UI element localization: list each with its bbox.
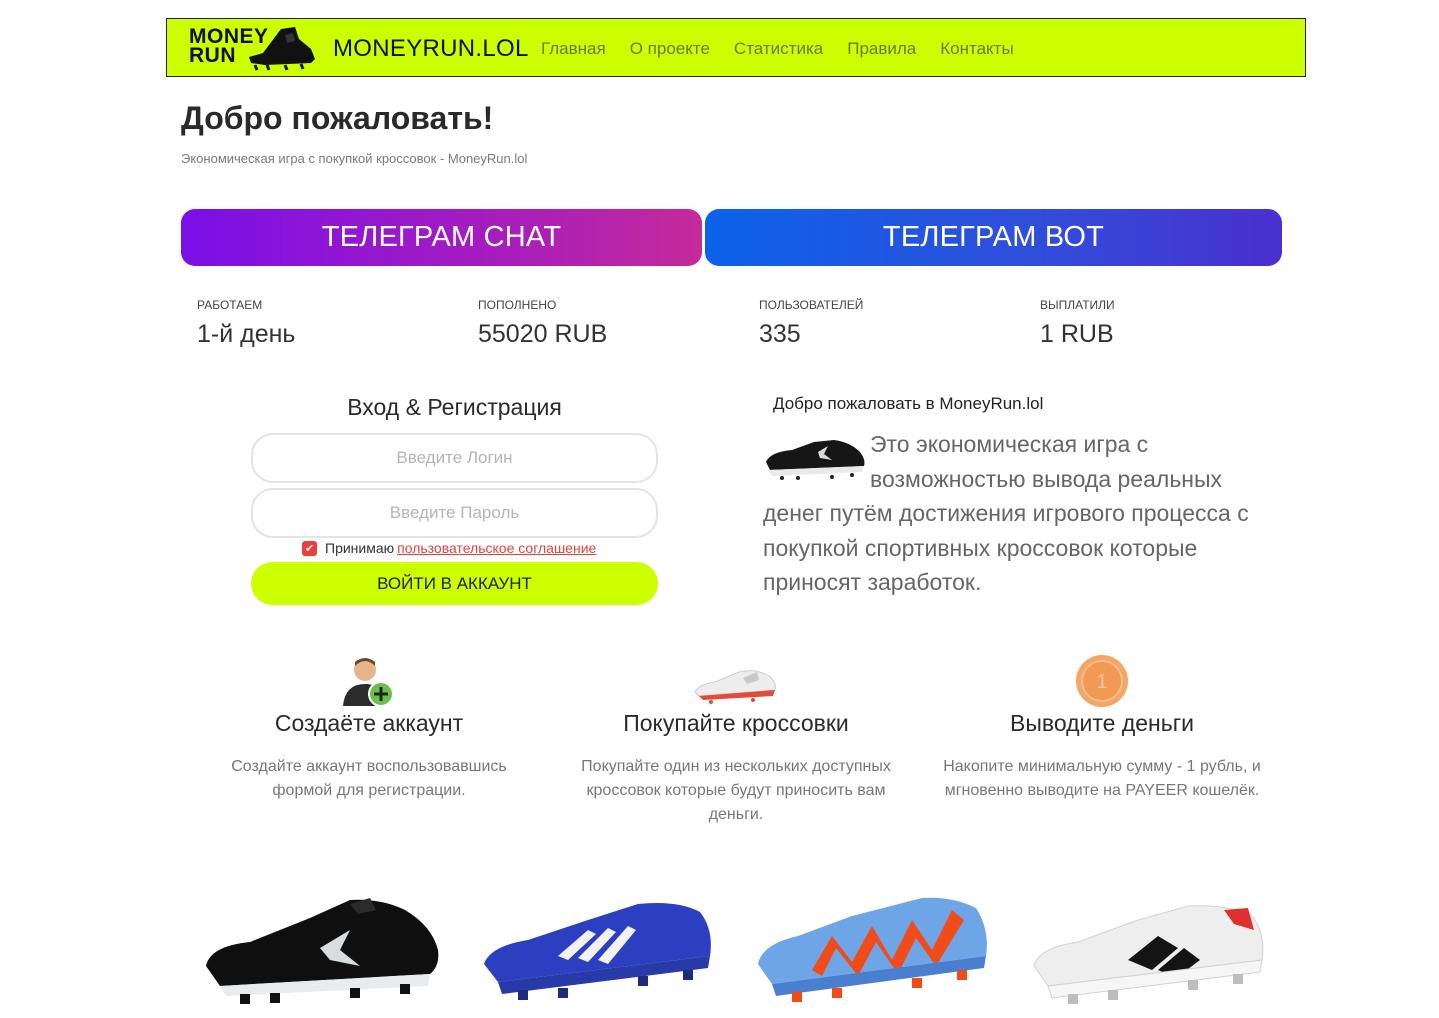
nav-link-home[interactable]: Главная: [541, 39, 606, 59]
welcome-text: Это экономическая игра с возможностью вы…: [763, 427, 1283, 600]
nav-link-rules[interactable]: Правила: [847, 39, 916, 59]
welcome-heading: Добро пожаловать в MoneyRun.lol: [773, 394, 1044, 413]
stat-value: 55020 RUB: [478, 320, 608, 348]
brand-name[interactable]: MONEYRUN.LOL: [333, 35, 529, 63]
feature-withdraw: 1 Выводите деньги Накопите минимальную с…: [937, 655, 1267, 803]
stat-value: 1-й день: [197, 320, 296, 348]
page-title: Добро пожаловать!: [181, 100, 494, 136]
stat-value: 1 RUB: [1040, 320, 1114, 348]
agreement-checkbox[interactable]: ✔: [302, 540, 317, 556]
stat-label: ВЫПЛАТИЛИ: [1040, 298, 1115, 312]
coin-icon: 1: [1076, 655, 1128, 707]
sneaker-icon: [694, 670, 776, 704]
feature-title: Выводите деньги: [1010, 710, 1194, 736]
agreement-text: Принимаю: [325, 540, 395, 556]
page-subtitle: Экономическая игра с покупкой кроссовок …: [181, 151, 528, 166]
feature-title: Создаёте аккаунт: [274, 710, 464, 736]
feature-icon-wrap: 1: [937, 655, 1267, 708]
login-title: Вход & Регистрация: [347, 394, 562, 420]
login-button[interactable]: ВОЙТИ В АККАУНТ: [251, 562, 658, 605]
boot-logo-icon: [249, 27, 315, 71]
feature-icon-wrap: [571, 656, 901, 708]
welcome-body: Это экономическая игра с возможностью вы…: [763, 431, 1249, 595]
logo[interactable]: MONEY RUN: [189, 25, 319, 71]
stat-label: ПОЛЬЗОВАТЕЛЕЙ: [759, 298, 864, 312]
agreement-row: ✔ Принимаю пользовательское соглашение: [302, 540, 596, 556]
feature-desc: Создайте аккаунт воспользовавшись формой…: [231, 758, 507, 799]
stat-days: РАБОТАЕМ 1-й день: [197, 298, 295, 349]
telegram-bot-button[interactable]: ТЕЛЕГРАМ ВОТ: [705, 209, 1282, 266]
feature-desc: Накопите минимальную сумму - 1 рубль, и …: [943, 758, 1261, 799]
feature-icon-wrap: [204, 656, 534, 708]
feature-desc: Покупайте один из нескольких доступных к…: [581, 758, 891, 823]
login-input[interactable]: [251, 433, 658, 483]
sneaker-icon: [758, 897, 987, 1002]
add-user-icon: [343, 658, 394, 707]
stat-deposited: ПОПОЛНЕНО 55020 RUB: [478, 298, 607, 349]
sneaker-icon: [206, 898, 439, 1004]
telegram-chat-button[interactable]: ТЕЛЕГРАМ CHAT: [181, 209, 702, 266]
feature-title: Покупайте кроссовки: [623, 710, 849, 736]
sneaker-icon: [484, 903, 711, 1000]
nav-links: Главная О проекте Статистика Правила Кон…: [541, 39, 1014, 59]
stat-label: РАБОТАЕМ: [197, 298, 263, 312]
password-input[interactable]: [251, 488, 658, 538]
stat-label: ПОПОЛНЕНО: [478, 298, 557, 312]
navbar: MONEY RUN MONEYRUN.LOL Главная О проекте…: [166, 18, 1306, 77]
nav-link-stats[interactable]: Статистика: [734, 39, 823, 59]
nav-link-contacts[interactable]: Контакты: [940, 39, 1013, 59]
agreement-link[interactable]: пользовательское соглашение: [397, 540, 596, 556]
feature-create-account: Создаёте аккаунт Создайте аккаунт воспол…: [204, 656, 534, 803]
stat-users: ПОЛЬЗОВАТЕЛЕЙ 335: [759, 298, 863, 349]
stat-value: 335: [759, 320, 801, 348]
feature-buy-sneakers: Покупайте кроссовки Покупайте один из не…: [571, 656, 901, 827]
stat-paid: ВЫПЛАТИЛИ 1 RUB: [1040, 298, 1115, 349]
svg-text:1: 1: [1096, 671, 1107, 693]
nav-link-about[interactable]: О проекте: [630, 39, 710, 59]
sneaker-icon: [1033, 905, 1264, 1004]
